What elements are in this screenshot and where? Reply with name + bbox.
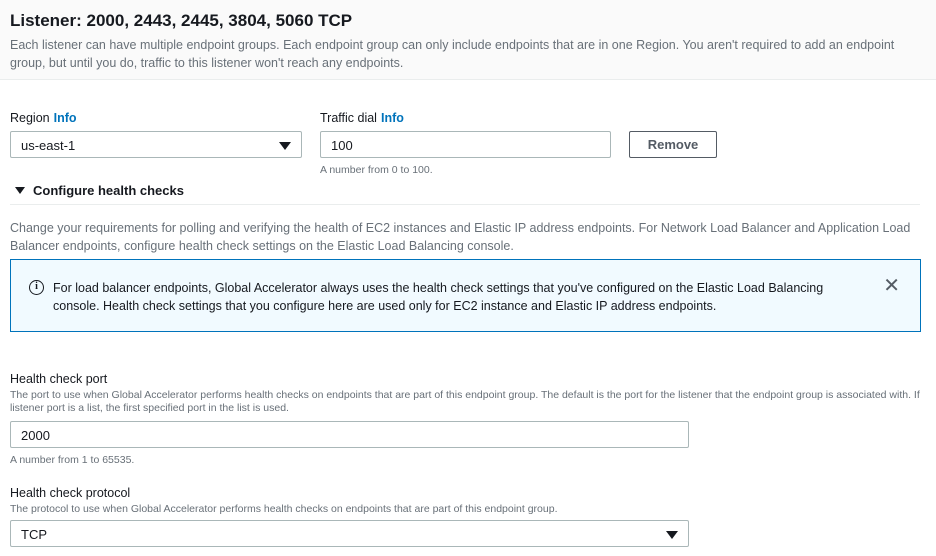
traffic-dial-value: 100 xyxy=(331,138,353,153)
configure-health-checks-label: Configure health checks xyxy=(33,183,184,198)
region-label-text: Region xyxy=(10,111,50,125)
caret-down-icon xyxy=(279,142,291,150)
close-icon[interactable]: ✕ xyxy=(883,276,900,296)
health-check-protocol-label: Health check protocol xyxy=(10,486,131,500)
traffic-dial-input[interactable]: 100 xyxy=(320,131,611,158)
remove-button[interactable]: Remove xyxy=(629,131,717,158)
region-select-value: us-east-1 xyxy=(21,138,76,153)
health-check-port-label: Health check port xyxy=(10,372,108,386)
info-alert: i For load balancer endpoints, Global Ac… xyxy=(10,259,921,332)
listener-title: Listener: 2000, 2443, 2445, 3804, 5060 T… xyxy=(10,11,353,30)
traffic-dial-hint: A number from 0 to 100. xyxy=(320,164,433,176)
health-checks-description: Change your requirements for polling and… xyxy=(10,221,911,253)
info-alert-message: For load balancer endpoints, Global Acce… xyxy=(53,281,824,313)
listener-description: Each listener can have multiple endpoint… xyxy=(10,38,895,70)
health-check-protocol-select[interactable]: TCP xyxy=(10,520,689,547)
health-check-protocol-value: TCP xyxy=(21,527,47,542)
health-check-port-hint: A number from 1 to 65535. xyxy=(10,454,135,466)
traffic-dial-label: Traffic dial Info xyxy=(320,111,404,125)
region-info-link[interactable]: Info xyxy=(54,111,77,125)
caret-down-icon xyxy=(15,187,25,194)
health-check-protocol-description: The protocol to use when Global Accelera… xyxy=(10,503,558,515)
info-circle-icon: i xyxy=(29,280,44,295)
health-check-port-description: The port to use when Global Accelerator … xyxy=(10,389,920,414)
listener-header: Listener: 2000, 2443, 2445, 3804, 5060 T… xyxy=(0,0,936,80)
caret-down-icon xyxy=(666,531,678,539)
section-divider xyxy=(10,204,920,205)
traffic-dial-info-link[interactable]: Info xyxy=(381,111,404,125)
region-select[interactable]: us-east-1 xyxy=(10,131,302,158)
region-label: Region Info xyxy=(10,111,77,125)
health-check-port-value: 2000 xyxy=(21,428,50,443)
traffic-dial-label-text: Traffic dial xyxy=(320,111,377,125)
health-check-port-input[interactable]: 2000 xyxy=(10,421,689,448)
